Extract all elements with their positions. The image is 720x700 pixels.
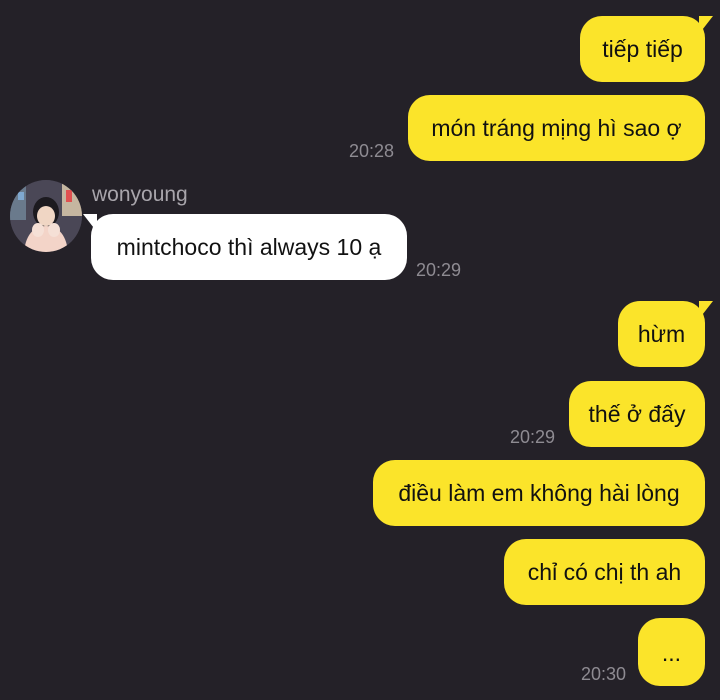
- message-timestamp: 20:29: [416, 260, 462, 280]
- message-text: ...: [661, 640, 682, 666]
- message-text: mintchoco thì always 10 ạ: [116, 234, 382, 260]
- message-bubble-outgoing[interactable]: chỉ có chị th ah: [504, 539, 705, 605]
- message-timestamp: 20:28: [349, 141, 395, 161]
- message-bubble-outgoing[interactable]: tiếp tiếp: [580, 16, 713, 82]
- sender-name: wonyoung: [92, 183, 188, 206]
- message-text: điều làm em không hài lòng: [398, 480, 680, 506]
- chat-window: tiếp tiếp món tráng mịng hì sao ợ 20:28 …: [0, 0, 720, 700]
- message-text: món tráng mịng hì sao ợ: [431, 115, 682, 141]
- message-bubble-outgoing[interactable]: ...: [638, 618, 705, 686]
- message-text: hừm: [637, 321, 686, 347]
- message-bubble-outgoing[interactable]: thế ở đấy: [569, 381, 705, 447]
- message-bubble-outgoing[interactable]: món tráng mịng hì sao ợ: [408, 95, 705, 161]
- message-text: thế ở đấy: [588, 401, 686, 427]
- message-bubble-outgoing[interactable]: điều làm em không hài lòng: [373, 460, 705, 526]
- message-timestamp: 20:30: [581, 664, 627, 684]
- message-text: tiếp tiếp: [602, 36, 683, 62]
- message-timestamp: 20:29: [510, 427, 556, 447]
- message-bubble-incoming[interactable]: mintchoco thì always 10 ạ: [83, 214, 407, 280]
- contact-avatar[interactable]: [10, 180, 82, 252]
- profile-photo-icon: [10, 180, 82, 252]
- message-text: chỉ có chị th ah: [527, 559, 682, 585]
- message-bubble-outgoing[interactable]: hừm: [618, 301, 713, 367]
